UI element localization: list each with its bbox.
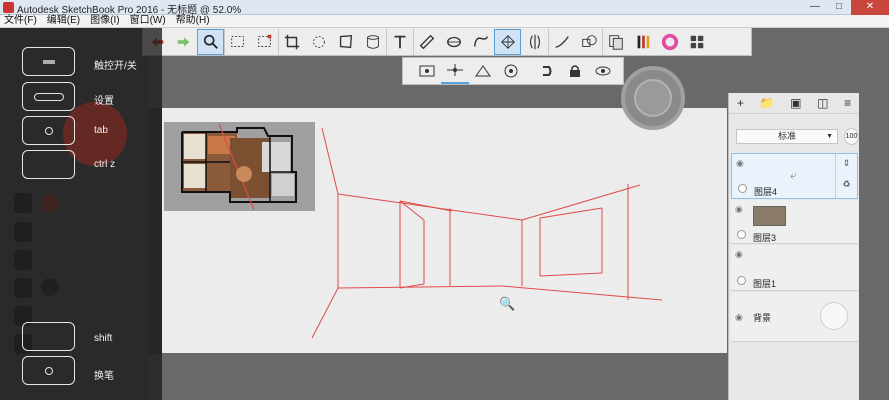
fisheye-perspective-icon[interactable] [497, 58, 525, 84]
key-glyph-icon [33, 92, 64, 101]
stroke-icon[interactable] [548, 28, 575, 55]
layer-name: 背景 [753, 313, 772, 323]
touch-shortcut-overlay: 触控开/关 设置 tab ctrl z shift 换笔 [0, 28, 162, 400]
layer-row[interactable]: ◉ 图层3 [731, 200, 858, 244]
ellipse-guide-icon[interactable] [440, 29, 467, 55]
menu-image[interactable]: 图像(I) [86, 15, 125, 27]
add-group-icon[interactable]: 📁 [760, 96, 775, 110]
main-toolbar [142, 28, 752, 56]
shortcut-label: 换笔 [94, 371, 114, 382]
menu-help[interactable]: 帮助(H) [172, 15, 216, 27]
layer-row[interactable]: ◉ 图层1 [731, 245, 858, 291]
brush-library-icon[interactable] [629, 29, 656, 55]
layer-menu-icon[interactable]: ≡ [844, 96, 851, 110]
layer-thumbnail [753, 206, 786, 226]
layer-row[interactable]: ◉ 图层4 ⤶ ⇕ ♻ [731, 153, 858, 199]
window-title: Autodesk SketchBook Pro 2016 - 无标题 @ 52.… [17, 5, 242, 16]
shortcut-label: shift [94, 333, 113, 344]
snap-magnet-icon[interactable] [533, 58, 561, 84]
fill-bucket-icon[interactable] [359, 29, 386, 55]
puck-center[interactable] [634, 79, 672, 117]
menu-bar: 文件(F) 编辑(E) 图像(I) 窗口(W) 帮助(H) [0, 15, 889, 28]
brush-library-swatch [641, 35, 645, 48]
add-layer-icon[interactable]: + [737, 96, 744, 110]
menu-file[interactable]: 文件(F) [0, 15, 43, 27]
perspective-icon[interactable] [494, 28, 521, 55]
shortcut-key-settings[interactable] [22, 82, 75, 111]
opacity-value[interactable]: 100 [844, 128, 859, 145]
redo-icon[interactable] [170, 29, 197, 55]
two-point-perspective-icon[interactable] [441, 58, 469, 84]
three-point-perspective-icon[interactable] [469, 58, 497, 84]
french-curve-icon[interactable] [467, 29, 494, 55]
shortcut-label: 设置 [94, 96, 114, 107]
one-point-perspective-icon[interactable] [413, 58, 441, 84]
eye-icon[interactable]: ◉ [735, 312, 743, 323]
blend-mode-select[interactable]: 标准 ▼ [736, 129, 838, 144]
window-controls: — □ ✕ [803, 0, 889, 15]
color-wheel-icon[interactable] [656, 29, 683, 55]
shortcut-label: tab [94, 125, 108, 136]
minimize-button[interactable]: — [803, 0, 827, 15]
brush-library-swatch [646, 35, 649, 48]
visibility-eye-icon[interactable] [589, 58, 617, 84]
layer-editor-panel: + 📁 ▣ ◫ ≡ 标准 ▼ 100 ◉ 图层4 ⤶ ⇕ ♻ ◉ 图层3 ◉ 图层1… [728, 93, 859, 400]
transform-handle-icon: ⤶ [790, 168, 797, 182]
layer-name: 图层3 [753, 233, 777, 243]
close-button[interactable]: ✕ [851, 0, 889, 15]
copy-paste-icon[interactable] [602, 28, 629, 55]
perspective-toolbar [402, 57, 624, 85]
blend-mode-value: 标准 [777, 131, 796, 141]
perspective-sketch [311, 127, 663, 339]
sketchbook-logo-icon [3, 2, 14, 13]
shortcut-key-shift[interactable] [22, 322, 75, 351]
shortcut-key-tab[interactable] [22, 116, 75, 145]
shortcut-label: 触控开/关 [94, 61, 137, 72]
key-glyph-icon [44, 366, 53, 375]
zoom-cursor-icon: 🔍 [499, 296, 516, 311]
brush-library-swatch [637, 35, 640, 48]
delete-layer-icon[interactable]: ◫ [817, 96, 828, 110]
menu-window[interactable]: 窗口(W) [126, 15, 172, 27]
text-icon[interactable] [386, 28, 413, 55]
title-bar: Autodesk SketchBook Pro 2016 - 无标题 @ 52.… [0, 0, 889, 16]
layer-select-radio[interactable] [737, 276, 746, 285]
ruler-icon[interactable] [413, 28, 440, 55]
shape-icon[interactable] [575, 29, 602, 55]
layer-name: 图层1 [753, 279, 777, 289]
layer-panel-toolbar: + 📁 ▣ ◫ ≡ [729, 93, 859, 114]
shortcut-label: ctrl z [94, 159, 116, 170]
layer-select-radio[interactable] [737, 230, 746, 239]
layer-select-radio[interactable] [738, 184, 747, 193]
color-wheel-ring [661, 33, 678, 50]
eye-icon[interactable]: ◉ [735, 204, 743, 215]
right-gutter [862, 93, 889, 400]
menu-edit[interactable]: 编辑(E) [43, 15, 86, 27]
distort-icon[interactable] [332, 29, 359, 55]
transform-icon[interactable] [305, 29, 332, 55]
maximize-button[interactable]: □ [827, 0, 851, 15]
navigation-puck[interactable] [621, 66, 685, 130]
library-grid-icon[interactable] [683, 29, 710, 55]
background-color-swatch[interactable] [820, 302, 848, 330]
layer-row[interactable]: ◉ 背景 [731, 292, 858, 342]
key-glyph-icon [42, 59, 55, 64]
symmetry-icon[interactable] [521, 29, 548, 55]
shortcut-key-ctrl-z[interactable] [22, 150, 75, 179]
lock-icon[interactable] [561, 58, 589, 84]
rect-select-icon[interactable] [224, 28, 251, 55]
layer-side-controls[interactable]: ⇕ ♻ [835, 154, 857, 198]
shortcut-key-switch-brush[interactable] [22, 356, 75, 385]
layer-name: 图层4 [754, 187, 778, 197]
chevron-down-icon: ▼ [826, 133, 833, 140]
eye-icon[interactable]: ◉ [736, 158, 744, 169]
add-image-icon[interactable]: ▣ [790, 96, 801, 110]
shortcut-key-touch-toggle[interactable] [22, 47, 75, 76]
zoom-icon[interactable] [197, 28, 224, 55]
crop-icon[interactable] [278, 28, 305, 55]
key-glyph-icon [44, 126, 53, 135]
lasso-select-icon[interactable] [251, 29, 278, 55]
eye-icon[interactable]: ◉ [735, 249, 743, 260]
